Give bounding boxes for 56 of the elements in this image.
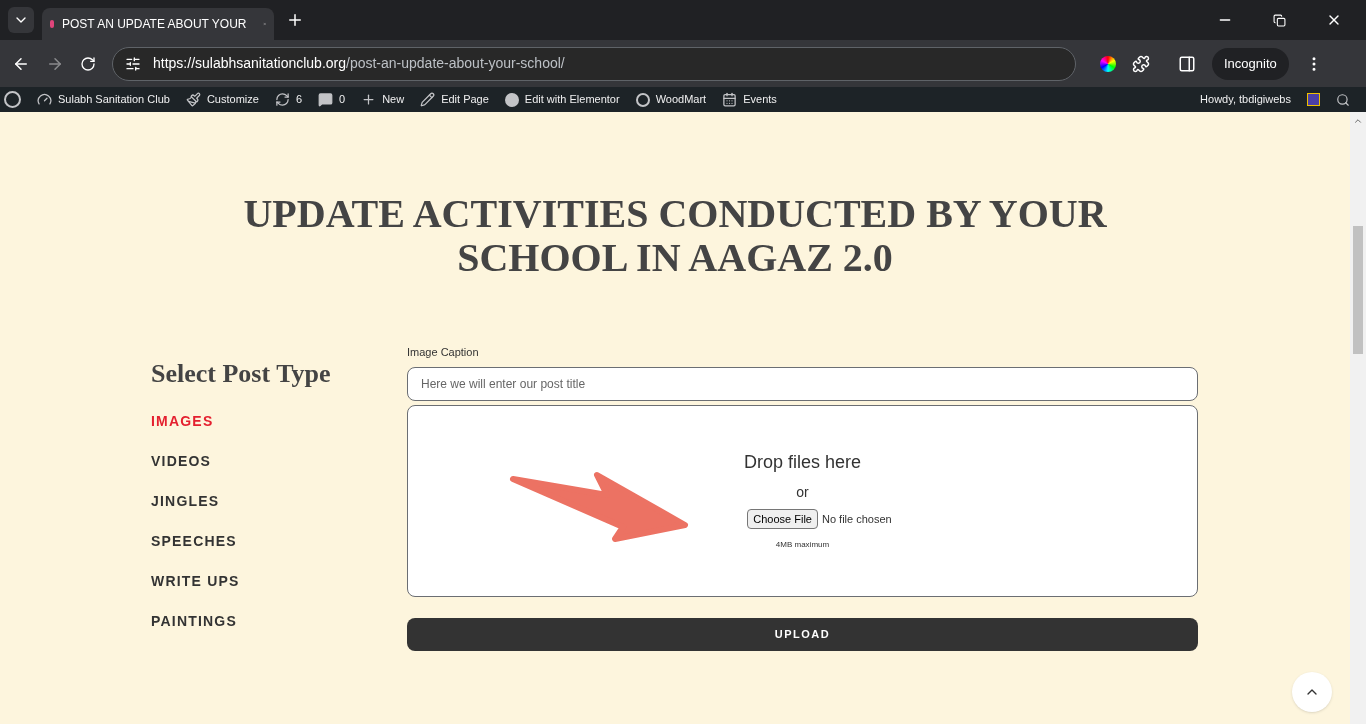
- site-settings-icon[interactable]: [125, 55, 141, 72]
- admin-bar-link[interactable]: Events: [722, 91, 777, 108]
- page-heading: UPDATE ACTIVITIES CONDUCTED BY YOUR: [243, 192, 1107, 236]
- brush-icon: [185, 92, 201, 107]
- no-file-text: No file chosen: [822, 511, 892, 527]
- scrollbar[interactable]: [1350, 112, 1366, 724]
- admin-bar-link[interactable]: Customize: [185, 91, 259, 108]
- caption-label: Image Caption: [407, 345, 480, 360]
- elementor-icon: [504, 92, 519, 107]
- choose-file-button[interactable]: Choose File: [747, 508, 818, 529]
- greeting-text[interactable]: Howdy, tbdigiwebs: [1200, 91, 1291, 108]
- avatar-icon: [1307, 93, 1320, 106]
- comment-icon: [318, 92, 333, 107]
- post-type-link[interactable]: VIDEOS: [151, 451, 407, 472]
- post-type-link[interactable]: WRITE UPS: [151, 571, 407, 592]
- max-size-text: 4MB maximum: [775, 539, 830, 551]
- admin-bar-link[interactable]: 0: [318, 91, 346, 108]
- pencil-icon: [420, 92, 436, 107]
- calendar-icon: [722, 92, 738, 107]
- admin-bar-link[interactable]: 6: [274, 91, 302, 108]
- side-panel-icon[interactable]: [1178, 54, 1196, 73]
- restore-icon[interactable]: [1273, 13, 1286, 27]
- sidebar-title: Select Post Type: [151, 358, 332, 390]
- color-wheel-icon[interactable]: [1100, 55, 1116, 72]
- search-icon[interactable]: [1336, 92, 1350, 107]
- drop-files-text: Drop files here: [743, 450, 862, 474]
- admin-bar-link[interactable]: New: [361, 91, 405, 108]
- admin-bar-link[interactable]: WoodMart: [635, 91, 707, 108]
- scroll-up-icon[interactable]: [1353, 116, 1363, 126]
- post-type-link[interactable]: JINGLES: [151, 491, 407, 512]
- page-heading: SCHOOL IN AAGAZ 2.0: [457, 236, 893, 280]
- url-text: https://sulabhsanitationclub.org/post-an-update-about-your-school/: [153, 54, 565, 73]
- refresh-icon: [274, 92, 290, 107]
- upload-button[interactable]: UPLOAD: [407, 617, 1198, 651]
- post-type-link[interactable]: SPEECHES: [151, 531, 407, 552]
- scrollbar-thumb[interactable]: [1353, 226, 1363, 354]
- new-tab-icon[interactable]: [286, 11, 304, 29]
- admin-bar-link[interactable]: Sulabh Sanitation Club: [37, 91, 170, 108]
- address-bar[interactable]: https://sulabhsanitationclub.org/post-an-update-about-your-school/: [112, 46, 1076, 81]
- tab-search-button[interactable]: [8, 7, 34, 33]
- reload-icon[interactable]: [80, 55, 96, 72]
- incognito-badge[interactable]: Incognito: [1212, 47, 1289, 80]
- file-drop-zone[interactable]: Drop files here or Choose File No file chosen 4MB maximum: [407, 404, 1198, 597]
- tab-title: POST AN UPDATE ABOUT YOUR: [62, 16, 247, 33]
- dashboard-icon: [37, 92, 52, 107]
- post-type-link[interactable]: PAINTINGS: [151, 611, 407, 632]
- admin-bar-link[interactable]: Edit Page: [420, 91, 489, 108]
- site-favicon: [50, 20, 54, 28]
- admin-bar-link[interactable]: Edit with Elementor: [504, 91, 620, 108]
- plus-icon: [361, 92, 377, 107]
- browser-tab[interactable]: POST AN UPDATE ABOUT YOUR: [42, 8, 274, 40]
- wordpress-logo-icon[interactable]: [4, 91, 21, 108]
- extensions-icon[interactable]: [1132, 54, 1150, 73]
- caption-input[interactable]: Here we will enter our post title: [407, 366, 1198, 401]
- or-text: or: [796, 482, 809, 502]
- post-type-link[interactable]: IMAGES: [151, 411, 407, 432]
